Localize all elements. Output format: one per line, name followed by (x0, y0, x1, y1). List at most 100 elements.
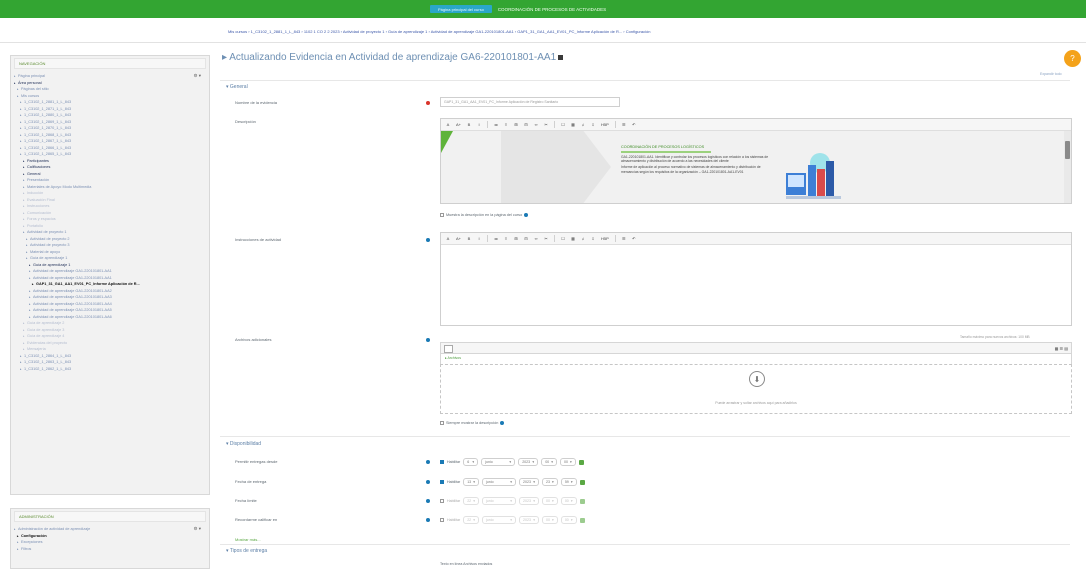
breadcrumb[interactable]: Mis cursos › 1_C3102_1_2881_1_L_843 › 11… (228, 29, 1068, 37)
info-icon[interactable] (426, 338, 430, 342)
admin-block-controls-icon[interactable]: ⚙ ▾ (193, 526, 201, 532)
month-select[interactable]: junio ▾ (482, 478, 516, 486)
always-show-checkbox[interactable]: Siempre mostrar la descripción (440, 421, 505, 425)
toolbar-button[interactable]: H5P (601, 122, 609, 127)
view-mode-icons[interactable]: ▦ ☰ ▤ (1055, 346, 1068, 351)
show-description-checkbox[interactable]: Muestra la descripción en la página del … (440, 213, 529, 217)
minute-select[interactable]: 59 ▾ (560, 478, 577, 486)
name-field[interactable]: GAP1_31_GA1_AA1_EV01_PC_Informe Aplicaci… (440, 97, 620, 107)
toolbar-button[interactable]: A+ (456, 122, 461, 127)
toolbar-button[interactable]: ⇩ (591, 122, 595, 127)
toolbar-button[interactable]: ♫ (581, 122, 585, 127)
toolbar-button[interactable]: ✂ (544, 236, 548, 241)
help-icon[interactable]: ? (1064, 50, 1081, 67)
file-path[interactable]: ▸ Archivos (440, 354, 1072, 364)
toolbar-button[interactable]: I (477, 122, 481, 127)
info-icon[interactable] (426, 480, 430, 484)
toolbar-button[interactable]: ♫ (581, 236, 585, 241)
enable-checkbox[interactable] (440, 460, 444, 464)
checkbox-icon[interactable] (440, 213, 444, 217)
upload-arrow-icon[interactable]: ⬇ (749, 371, 765, 387)
enable-checkbox[interactable] (440, 480, 444, 484)
month-select[interactable]: junio ▾ (482, 497, 516, 505)
minute-select[interactable]: 00 ▾ (560, 516, 577, 524)
hour-select[interactable]: 23 ▾ (542, 478, 558, 486)
toolbar-button[interactable]: ≡ (504, 122, 508, 127)
help-icon[interactable] (524, 213, 529, 217)
year-select[interactable]: 2023 ▾ (519, 516, 539, 524)
year-select[interactable]: 2023 ▾ (519, 497, 539, 505)
help-flag-icon[interactable] (558, 55, 564, 60)
help-icon[interactable] (500, 421, 505, 425)
calendar-icon[interactable] (579, 479, 585, 485)
toolbar-button[interactable]: ↶ (632, 236, 636, 241)
activity-instructions-editor[interactable]: A A+ B I ≔ ≡ ⊞ ⊟ ∞ ✂ ☐ ▦ ♫ ⇩ H5P ☰ ↶ (440, 232, 1072, 326)
year-select[interactable]: 2023 ▾ (519, 478, 539, 486)
toolbar-button[interactable]: ▦ (571, 122, 575, 127)
description-editor[interactable]: A A+ B I ≔ ≡ ⊞ ⊟ ∞ ✂ ☐ ▦ ♫ ⇩ H5P ☰ ↶ COORDINACIÓN DE PRO… (440, 118, 1072, 204)
enable-checkbox[interactable] (440, 499, 444, 503)
scroll-thumb[interactable] (1065, 141, 1070, 159)
toolbar-button[interactable]: ↶ (632, 122, 636, 127)
info-icon[interactable] (426, 499, 430, 503)
day-select[interactable]: 13 ▾ (463, 478, 479, 486)
day-select[interactable]: 6 ▾ (463, 458, 479, 466)
calendar-icon[interactable] (579, 517, 585, 523)
info-icon[interactable] (426, 518, 430, 522)
calendar-icon[interactable] (579, 498, 585, 504)
submission-types-options[interactable]: Texto en línea Archivos enviados (440, 562, 492, 566)
description-scrollbar[interactable] (1064, 131, 1071, 203)
toolbar-button[interactable]: H5P (601, 236, 609, 241)
expand-all-link[interactable]: Expandir todo (1040, 72, 1062, 76)
toolbar-button[interactable]: ☐ (561, 122, 565, 127)
toolbar-button[interactable]: ⊟ (524, 236, 528, 241)
day-select[interactable]: 22 ▾ (463, 497, 479, 505)
month-select[interactable]: junio ▾ (482, 516, 516, 524)
toolbar-button[interactable]: ⊟ (524, 122, 528, 127)
toolbar-button[interactable]: ≡ (504, 236, 508, 241)
nav-item[interactable]: ▸ 1_C3102_1_2862_1_L_843 (14, 366, 206, 373)
toolbar-button[interactable]: ☐ (561, 236, 565, 241)
minute-select[interactable]: 00 ▾ (560, 458, 576, 466)
section-submission-types-header[interactable]: ▾ Tipos de entrega (226, 548, 267, 554)
enable-checkbox[interactable] (440, 518, 444, 522)
toolbar-button[interactable]: ⇩ (591, 236, 595, 241)
toolbar-button[interactable]: ∞ (534, 236, 538, 241)
toolbar-button[interactable]: A+ (456, 236, 461, 241)
admin-item[interactable]: ▸ Filtros (14, 546, 206, 553)
hour-select[interactable]: 00 ▾ (541, 458, 557, 466)
toolbar-button[interactable]: ☰ (622, 236, 626, 241)
checkbox-icon[interactable] (440, 421, 444, 425)
toolbar-button[interactable]: B (467, 236, 471, 241)
toolbar-button[interactable]: A (446, 236, 450, 241)
description-content[interactable]: COORDINACIÓN DE PROCESOS LOGÍSTICOS GA1-… (441, 131, 1071, 203)
info-icon[interactable] (426, 238, 430, 242)
toolbar-button[interactable]: ▦ (571, 236, 575, 241)
toolbar-button[interactable]: ⊞ (514, 236, 518, 241)
add-file-button[interactable] (444, 345, 453, 353)
toolbar-button[interactable]: B (467, 122, 471, 127)
calendar-icon[interactable] (578, 459, 584, 465)
block-controls-icon[interactable]: ⚙ ▾ (193, 73, 201, 79)
toolbar-button[interactable]: ☰ (622, 122, 626, 127)
section-general-header[interactable]: ▾ General (226, 84, 248, 90)
course-home-button[interactable]: Página principal del curso (430, 5, 492, 13)
toolbar-button[interactable]: ∞ (534, 122, 538, 127)
toolbar-button[interactable]: ✂ (544, 122, 548, 127)
toolbar-button[interactable]: A (446, 122, 450, 127)
minute-select[interactable]: 00 ▾ (560, 497, 577, 505)
file-drop-zone[interactable]: ⬇ Puede arrastrar y soltar archivos aquí… (440, 364, 1072, 414)
hour-select[interactable]: 00 ▾ (542, 516, 558, 524)
toolbar-button[interactable]: ≔ (494, 236, 498, 241)
nav-item-label: Guía de aprendizaje 2 (27, 321, 65, 325)
info-icon[interactable] (426, 460, 430, 464)
show-more-link[interactable]: Mostrar más... (235, 537, 261, 542)
section-availability-header[interactable]: ▾ Disponibilidad (226, 441, 261, 447)
hour-select[interactable]: 00 ▾ (542, 497, 558, 505)
month-select[interactable]: junio ▾ (481, 458, 516, 466)
toolbar-button[interactable]: ⊞ (514, 122, 518, 127)
day-select[interactable]: 22 ▾ (463, 516, 479, 524)
toolbar-button[interactable]: ≔ (494, 122, 498, 127)
toolbar-button[interactable]: I (477, 236, 481, 241)
year-select[interactable]: 2023 ▾ (518, 458, 539, 466)
